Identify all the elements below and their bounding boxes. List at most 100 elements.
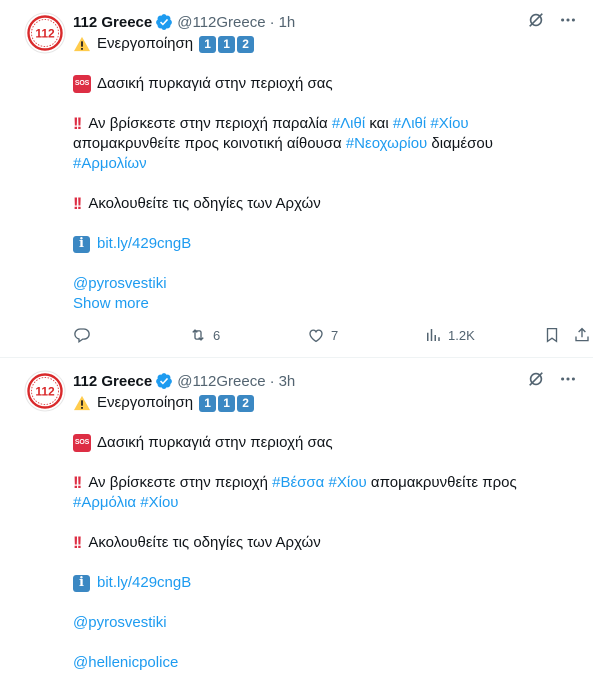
link-line: i bit.ly/429cngB bbox=[73, 573, 577, 593]
evacuation-text: Αν βρίσκεστε στην περιοχή bbox=[88, 474, 273, 491]
alert-line: SOS Δασική πυρκαγιά στην περιοχή σας bbox=[73, 433, 577, 453]
separator-dot: · bbox=[269, 13, 275, 31]
mention-link[interactable]: @pyrosvestiki bbox=[73, 274, 167, 294]
svg-text:112: 112 bbox=[35, 385, 55, 399]
hashtag-link[interactable]: #Αρμόλια bbox=[73, 493, 136, 513]
hashtag-link[interactable]: #Βέσσα bbox=[272, 473, 324, 493]
share-button[interactable] bbox=[573, 326, 591, 344]
verified-badge-icon bbox=[156, 14, 173, 30]
verified-badge-icon bbox=[156, 373, 173, 389]
activation-text: Ενεργοποίηση bbox=[97, 35, 194, 52]
tweet[interactable]: 112 112 Greece @112Greece · 1h Ενεργοποί… bbox=[0, 0, 593, 358]
keycap-2-icon: 2 bbox=[237, 394, 255, 412]
info-icon: i bbox=[73, 235, 90, 253]
keycap-1-icon: 1 bbox=[199, 35, 217, 53]
keycap-1-icon: 1 bbox=[218, 394, 236, 412]
activation-text: Ενεργοποίηση bbox=[97, 394, 194, 411]
hashtag-link[interactable]: #Χίου bbox=[329, 473, 367, 493]
warning-icon bbox=[74, 395, 90, 411]
activation-line: Ενεργοποίηση 1 1 2 bbox=[73, 393, 577, 413]
evacuation-text: απομακρυνθείτε προς κοινοτική αίθουσα bbox=[73, 135, 346, 152]
repost-icon bbox=[192, 329, 204, 341]
share-icon bbox=[575, 327, 589, 342]
instructions-line: !! Ακολουθείτε τις οδηγίες των Αρχών bbox=[73, 194, 577, 214]
double-exclamation-icon: !! bbox=[73, 473, 82, 492]
instructions-text: Ακολουθείτε τις οδηγίες των Αρχών bbox=[88, 534, 321, 551]
show-more-line: Show more bbox=[73, 294, 577, 314]
separator-dot: · bbox=[269, 372, 275, 390]
avatar[interactable]: 112 bbox=[24, 370, 66, 412]
112-logo-icon: 112 bbox=[24, 12, 66, 54]
sos-icon: SOS bbox=[73, 75, 91, 93]
grok-icon[interactable] bbox=[527, 370, 545, 388]
show-more-link[interactable]: Show more bbox=[73, 294, 149, 314]
views-count: 1.2K bbox=[448, 327, 475, 343]
evacuation-line: #Αρμόλια #Χίου bbox=[73, 493, 577, 513]
keycap-1-icon: 1 bbox=[199, 394, 217, 412]
author-handle[interactable]: @112Greece bbox=[177, 14, 265, 31]
tweet-header: 112 Greece @112Greece · 1h bbox=[73, 12, 581, 32]
link-line: i bit.ly/429cngB bbox=[73, 234, 577, 254]
reply-button[interactable] bbox=[73, 326, 97, 344]
like-button[interactable]: 7 bbox=[307, 326, 338, 344]
external-link[interactable]: bit.ly/429cngB bbox=[97, 234, 191, 254]
evacuation-text: και bbox=[365, 115, 393, 132]
more-options-icon[interactable] bbox=[559, 11, 577, 29]
double-exclamation-icon: !! bbox=[73, 533, 82, 552]
double-exclamation-icon: !! bbox=[73, 114, 82, 133]
reply-icon bbox=[74, 328, 90, 344]
keycap-1-icon: 1 bbox=[218, 35, 236, 53]
instructions-line: !! Ακολουθείτε τις οδηγίες των Αρχών bbox=[73, 533, 577, 553]
bookmark-icon bbox=[546, 327, 558, 343]
instructions-text: Ακολουθείτε τις οδηγίες των Αρχών bbox=[88, 195, 321, 212]
tweet-actions: 6 7 1.2K bbox=[73, 326, 589, 346]
header-actions bbox=[527, 11, 577, 29]
info-icon: i bbox=[73, 574, 90, 592]
hashtag-link[interactable]: #Αρμολίων bbox=[73, 154, 147, 174]
double-exclamation-icon: !! bbox=[73, 194, 82, 213]
timestamp[interactable]: 3h bbox=[279, 373, 296, 390]
activation-line: Ενεργοποίηση 1 1 2 bbox=[73, 34, 577, 54]
mention-line: @pyrosvestiki bbox=[73, 274, 577, 294]
hashtag-link[interactable]: #Λιθί bbox=[332, 114, 365, 134]
evacuation-text: διαμέσου bbox=[427, 135, 493, 152]
timestamp[interactable]: 1h bbox=[279, 14, 296, 31]
repost-count: 6 bbox=[213, 327, 221, 343]
heart-icon bbox=[309, 329, 323, 343]
hashtag-link[interactable]: #Λιθί bbox=[393, 114, 426, 134]
tweet-header: 112 Greece @112Greece · 3h bbox=[73, 371, 581, 391]
repost-button[interactable]: 6 bbox=[189, 326, 220, 344]
sos-icon: SOS bbox=[73, 434, 91, 452]
keycap-2-icon: 2 bbox=[237, 35, 255, 53]
hashtag-link[interactable]: #Χίου bbox=[140, 493, 178, 513]
alert-text: Δασική πυρκαγιά στην περιοχή σας bbox=[97, 434, 333, 451]
warning-icon bbox=[74, 36, 90, 52]
evacuation-line: #Αρμολίων bbox=[73, 154, 577, 174]
hashtag-link[interactable]: #Νεοχωρίου bbox=[346, 134, 427, 154]
author-handle[interactable]: @112Greece bbox=[177, 373, 265, 390]
evacuation-line: απομακρυνθείτε προς κοινοτική αίθουσα #Ν… bbox=[73, 134, 577, 154]
mention-line: @pyrosvestiki bbox=[73, 613, 577, 633]
112-logo-icon: 112 bbox=[24, 370, 66, 412]
evacuation-text: απομακρυνθείτε προς bbox=[366, 474, 517, 491]
avatar[interactable]: 112 bbox=[24, 12, 66, 54]
views-button[interactable]: 1.2K bbox=[424, 326, 475, 344]
alert-line: SOS Δασική πυρκαγιά στην περιοχή σας bbox=[73, 74, 577, 94]
external-link[interactable]: bit.ly/429cngB bbox=[97, 573, 191, 593]
author-name[interactable]: 112 Greece bbox=[73, 14, 152, 31]
header-actions bbox=[527, 370, 577, 388]
tweet[interactable]: 112 112 Greece @112Greece · 3h Ενεργοποί… bbox=[0, 359, 593, 682]
mention-link[interactable]: @hellenicpolice bbox=[73, 653, 178, 673]
grok-icon[interactable] bbox=[527, 11, 545, 29]
evacuation-line: !! Αν βρίσκεστε στην περιοχή #Βέσσα #Χίο… bbox=[73, 473, 577, 493]
tweet-text: Ενεργοποίηση 1 1 2 SOS Δασική πυρκαγιά σ… bbox=[73, 393, 577, 673]
more-options-icon[interactable] bbox=[559, 370, 577, 388]
like-count: 7 bbox=[331, 327, 339, 343]
timeline-feed: 112 112 Greece @112Greece · 1h Ενεργοποί… bbox=[0, 0, 593, 682]
author-name[interactable]: 112 Greece bbox=[73, 373, 152, 390]
mention-link[interactable]: @pyrosvestiki bbox=[73, 613, 167, 633]
hashtag-link[interactable]: #Χίου bbox=[430, 114, 468, 134]
bookmark-button[interactable] bbox=[543, 326, 561, 344]
views-icon bbox=[427, 329, 440, 341]
mention-line: @hellenicpolice bbox=[73, 653, 577, 673]
